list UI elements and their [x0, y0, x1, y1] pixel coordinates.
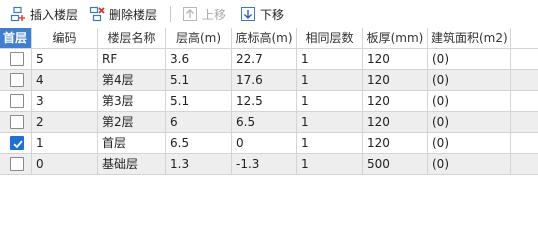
building-area-cell[interactable]: (0): [428, 112, 511, 132]
table-row[interactable]: 1 首层 6.5 0 1 120 (0): [0, 133, 538, 154]
same-floor-count-cell[interactable]: 1: [297, 133, 363, 153]
header-first-floor[interactable]: 首层: [0, 28, 32, 48]
slab-thickness-cell[interactable]: 120: [363, 49, 428, 69]
floor-height-cell[interactable]: 3.6: [166, 49, 232, 69]
first-floor-cell: [0, 49, 32, 69]
toolbar-separator: [170, 6, 172, 22]
first-floor-checkbox[interactable]: [10, 136, 24, 150]
same-floor-count-cell[interactable]: 1: [297, 49, 363, 69]
table-row[interactable]: 0 基础层 1.3 -1.3 1 500 (0): [0, 154, 538, 175]
slab-thickness-cell[interactable]: 120: [363, 133, 428, 153]
insert-floor-icon: [10, 6, 26, 22]
header-floor-height[interactable]: 层高(m): [166, 28, 232, 48]
insert-floor-label: 插入楼层: [30, 7, 79, 22]
bottom-elevation-cell[interactable]: 12.5: [232, 91, 297, 111]
bottom-elevation-cell[interactable]: 17.6: [232, 70, 297, 90]
code-cell[interactable]: 1: [32, 133, 98, 153]
building-area-cell[interactable]: (0): [428, 154, 511, 174]
move-up-button[interactable]: 上移: [179, 3, 229, 25]
floor-name-cell[interactable]: 基础层: [98, 154, 166, 174]
slab-thickness-cell[interactable]: 120: [363, 112, 428, 132]
bottom-elevation-cell[interactable]: 22.7: [232, 49, 297, 69]
first-floor-checkbox[interactable]: [10, 157, 24, 171]
floor-name-cell[interactable]: 第2层: [98, 112, 166, 132]
table-header-row: 首层 编码 楼层名称 层高(m) 底标高(m) 相同层数 板厚(mm) 建筑面积…: [0, 28, 538, 49]
building-area-cell[interactable]: (0): [428, 70, 511, 90]
bottom-elevation-cell[interactable]: 0: [232, 133, 297, 153]
code-cell[interactable]: 0: [32, 154, 98, 174]
floor-height-cell[interactable]: 6.5: [166, 133, 232, 153]
floor-name-cell[interactable]: 第3层: [98, 91, 166, 111]
code-cell[interactable]: 5: [32, 49, 98, 69]
table-body: 5 RF 3.6 22.7 1 120 (0) 4 第4层 5.1 17.6 1 120 (0) 3 第3层 5…: [0, 49, 538, 175]
move-up-label: 上移: [202, 7, 227, 22]
bottom-elevation-cell[interactable]: -1.3: [232, 154, 297, 174]
first-floor-checkbox[interactable]: [10, 115, 24, 129]
building-area-cell[interactable]: (0): [428, 133, 511, 153]
toolbar: 插入楼层 删除楼层 上移 下移: [0, 0, 538, 28]
building-area-cell[interactable]: (0): [428, 49, 511, 69]
floor-height-cell[interactable]: 5.1: [166, 70, 232, 90]
arrow-down-icon: [240, 6, 256, 22]
first-floor-checkbox[interactable]: [10, 94, 24, 108]
same-floor-count-cell[interactable]: 1: [297, 70, 363, 90]
table-row[interactable]: 2 第2层 6 6.5 1 120 (0): [0, 112, 538, 133]
floor-name-cell[interactable]: 第4层: [98, 70, 166, 90]
same-floor-count-cell[interactable]: 1: [297, 112, 363, 132]
first-floor-cell: [0, 91, 32, 111]
first-floor-cell: [0, 112, 32, 132]
table-row[interactable]: 4 第4层 5.1 17.6 1 120 (0): [0, 70, 538, 91]
table-row[interactable]: 3 第3层 5.1 12.5 1 120 (0): [0, 91, 538, 112]
move-down-label: 下移: [260, 7, 285, 22]
building-area-cell[interactable]: (0): [428, 91, 511, 111]
same-floor-count-cell[interactable]: 1: [297, 91, 363, 111]
arrow-up-icon: [182, 6, 198, 22]
floor-table: 首层 编码 楼层名称 层高(m) 底标高(m) 相同层数 板厚(mm) 建筑面积…: [0, 28, 538, 175]
first-floor-cell: [0, 154, 32, 174]
code-cell[interactable]: 4: [32, 70, 98, 90]
floor-height-cell[interactable]: 1.3: [166, 154, 232, 174]
bottom-elevation-cell[interactable]: 6.5: [232, 112, 297, 132]
first-floor-checkbox[interactable]: [10, 73, 24, 87]
move-down-button[interactable]: 下移: [237, 3, 287, 25]
first-floor-cell: [0, 70, 32, 90]
header-same-floor-count[interactable]: 相同层数: [297, 28, 363, 48]
code-cell[interactable]: 3: [32, 91, 98, 111]
header-bottom-elevation[interactable]: 底标高(m): [232, 28, 297, 48]
floor-height-cell[interactable]: 5.1: [166, 91, 232, 111]
code-cell[interactable]: 2: [32, 112, 98, 132]
slab-thickness-cell[interactable]: 500: [363, 154, 428, 174]
slab-thickness-cell[interactable]: 120: [363, 91, 428, 111]
header-slab-thickness[interactable]: 板厚(mm): [363, 28, 428, 48]
first-floor-checkbox[interactable]: [10, 52, 24, 66]
header-building-area[interactable]: 建筑面积(m2): [428, 28, 511, 48]
first-floor-cell: [0, 133, 32, 153]
delete-floor-icon: [89, 6, 105, 22]
floor-name-cell[interactable]: 首层: [98, 133, 166, 153]
same-floor-count-cell[interactable]: 1: [297, 154, 363, 174]
table-row[interactable]: 5 RF 3.6 22.7 1 120 (0): [0, 49, 538, 70]
insert-floor-button[interactable]: 插入楼层: [7, 3, 81, 25]
slab-thickness-cell[interactable]: 120: [363, 70, 428, 90]
header-floor-name[interactable]: 楼层名称: [98, 28, 166, 48]
floor-name-cell[interactable]: RF: [98, 49, 166, 69]
floor-height-cell[interactable]: 6: [166, 112, 232, 132]
delete-floor-button[interactable]: 删除楼层: [86, 3, 160, 25]
delete-floor-label: 删除楼层: [109, 7, 158, 22]
header-code[interactable]: 编码: [32, 28, 98, 48]
